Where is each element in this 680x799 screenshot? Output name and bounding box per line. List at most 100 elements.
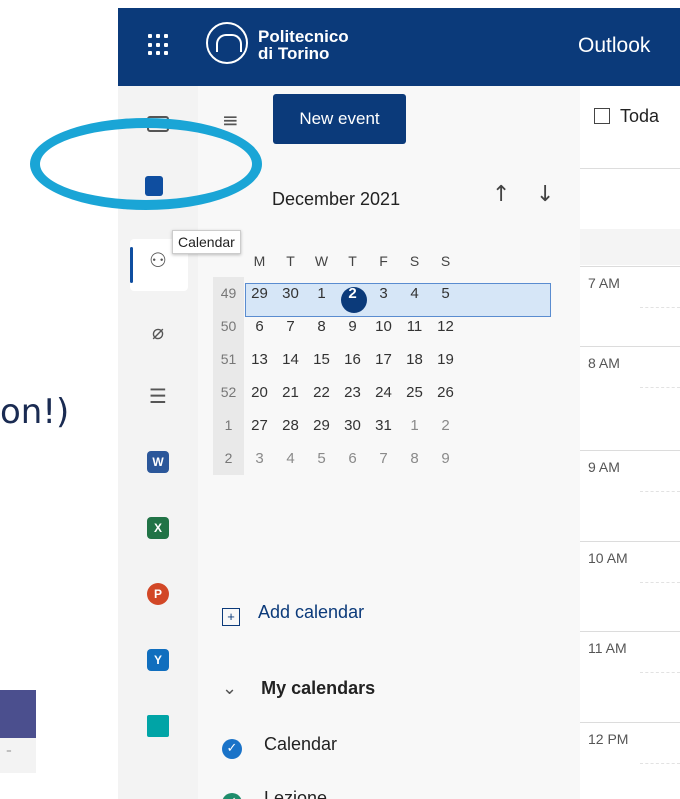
day-cell[interactable]: 17 <box>368 351 399 368</box>
day-cell-today[interactable]: 2 <box>337 285 368 313</box>
day-cell[interactable]: 1 <box>306 285 337 302</box>
day-cell[interactable]: 30 <box>337 417 368 434</box>
day-cell[interactable]: 14 <box>275 351 306 368</box>
yammer-icon: Y <box>147 649 169 671</box>
calendar-name: Calendar <box>264 734 338 754</box>
add-calendar-link[interactable]: + Add calendar <box>222 602 364 626</box>
rail-item-files[interactable]: ⌀ <box>118 308 198 356</box>
rail-item-excel[interactable]: X <box>118 504 198 552</box>
day-cell[interactable]: 3 <box>368 285 399 302</box>
week-number[interactable]: 50 <box>213 310 244 343</box>
day-cell-next-month[interactable]: 5 <box>306 450 337 467</box>
calendar-week-row: 1 27 28 29 30 31 1 2 <box>213 409 461 442</box>
rail-item-bookings[interactable] <box>118 702 198 750</box>
day-cell-next-month[interactable]: 6 <box>337 450 368 467</box>
calendar-week-row: 50 6 7 8 9 10 11 12 <box>213 310 461 343</box>
app-title[interactable]: Outlook <box>578 34 650 58</box>
day-cell-next-month[interactable]: 8 <box>399 450 430 467</box>
add-calendar-label: Add calendar <box>258 602 365 622</box>
day-cell[interactable]: 31 <box>368 417 399 434</box>
day-cell[interactable]: 15 <box>306 351 337 368</box>
day-cell[interactable]: 18 <box>399 351 430 368</box>
menu-icon[interactable]: ≡ <box>222 108 239 132</box>
my-calendars-group[interactable]: ⌄ My calendars <box>222 678 375 699</box>
calendar-list-item[interactable]: ✓ Calendar <box>222 734 337 759</box>
day-cell[interactable]: 7 <box>275 318 306 335</box>
filter-icon: ⁼ <box>6 746 12 759</box>
hour-slot[interactable]: 8 AM <box>580 346 680 427</box>
day-cell[interactable]: 29 <box>306 417 337 434</box>
weekday-label: T <box>348 252 357 269</box>
day-cell[interactable]: 20 <box>244 384 275 401</box>
new-event-button[interactable]: New event <box>273 94 406 144</box>
day-cell[interactable]: 21 <box>275 384 306 401</box>
mini-calendar-grid: M T W T F S S 49 29 30 1 2 3 4 5 50 6 7 … <box>213 244 461 475</box>
day-cell[interactable]: 25 <box>399 384 430 401</box>
chevron-down-icon: ⌄ <box>222 678 238 699</box>
week-number[interactable]: 49 <box>213 277 244 310</box>
day-cell-next-month[interactable]: 1 <box>399 417 430 434</box>
day-cell[interactable]: 13 <box>244 351 275 368</box>
weekday-label: M <box>253 252 266 269</box>
day-cell[interactable]: 12 <box>430 318 461 335</box>
next-month-icon[interactable]: ↓ <box>536 182 554 207</box>
hour-label: 8 AM <box>588 355 620 371</box>
day-cell[interactable]: 23 <box>337 384 368 401</box>
today-button[interactable]: Toda <box>594 106 659 127</box>
day-cell-next-month[interactable]: 9 <box>430 450 461 467</box>
day-cell[interactable]: 6 <box>244 318 275 335</box>
hour-label: 11 AM <box>588 640 627 656</box>
my-calendars-label: My calendars <box>261 678 376 698</box>
calendar-name: Lezione <box>264 788 328 799</box>
day-cell[interactable]: 10 <box>368 318 399 335</box>
rail-item-todo[interactable]: ☰ <box>118 372 198 420</box>
mini-calendar-month[interactable]: December 2021 <box>272 189 400 210</box>
day-cell[interactable]: 28 <box>275 417 306 434</box>
day-cell[interactable]: 16 <box>337 351 368 368</box>
day-view: Toda 7 AM 8 AM 9 AM 10 AM 11 AM 12 PM <box>580 86 680 799</box>
day-cell-next-month[interactable]: 2 <box>430 417 461 434</box>
app-launcher-icon[interactable] <box>148 34 170 56</box>
weekday-label: S <box>409 252 420 269</box>
day-cell[interactable]: 22 <box>306 384 337 401</box>
day-cell[interactable]: 27 <box>244 417 275 434</box>
day-cell[interactable]: 30 <box>275 285 306 302</box>
day-cell[interactable]: 11 <box>399 318 430 335</box>
hour-slot[interactable]: 11 AM <box>580 631 680 712</box>
checkmark-icon[interactable]: ✓ <box>222 793 242 799</box>
day-cell-next-month[interactable]: 3 <box>244 450 275 467</box>
week-number[interactable]: 52 <box>213 376 244 409</box>
day-cell[interactable]: 8 <box>306 318 337 335</box>
week-number[interactable]: 1 <box>213 409 244 442</box>
day-cell-next-month[interactable]: 7 <box>368 450 399 467</box>
calendar-pane: ≡ New event December 2021 ↑ ↓ M T W T F … <box>198 86 580 799</box>
rail-item-powerpoint[interactable]: P <box>118 570 198 618</box>
week-number[interactable]: 51 <box>213 343 244 376</box>
excel-icon: X <box>147 517 169 539</box>
rail-item-yammer[interactable]: Y <box>118 636 198 684</box>
calendar-list-item[interactable]: ✓ Lezione <box>222 788 327 799</box>
hour-slot[interactable]: 12 PM <box>580 722 680 799</box>
day-cell[interactable]: 9 <box>337 318 368 335</box>
day-cell[interactable]: 24 <box>368 384 399 401</box>
hour-slot[interactable]: 10 AM <box>580 541 680 622</box>
hour-slot[interactable]: 7 AM <box>580 266 680 347</box>
weekday-label: W <box>314 252 329 269</box>
calendar-today-icon <box>594 108 610 124</box>
day-cell-next-month[interactable]: 4 <box>275 450 306 467</box>
day-cell[interactable]: 29 <box>244 285 275 302</box>
previous-month-icon[interactable]: ↑ <box>492 182 510 207</box>
hour-slot[interactable]: 9 AM <box>580 450 680 531</box>
university-seal-logo <box>206 22 248 64</box>
weekday-header-row: M T W T F S S <box>213 244 461 277</box>
day-cell[interactable]: 26 <box>430 384 461 401</box>
rail-tooltip: Calendar <box>172 230 241 254</box>
weekday-label: F <box>379 252 388 269</box>
calendar-week-row: 52 20 21 22 23 24 25 26 <box>213 376 461 409</box>
checkmark-icon[interactable]: ✓ <box>222 739 242 759</box>
day-cell[interactable]: 5 <box>430 285 461 302</box>
day-cell[interactable]: 4 <box>399 285 430 302</box>
week-number[interactable]: 2 <box>213 442 244 475</box>
rail-item-word[interactable]: W <box>118 438 198 486</box>
day-cell[interactable]: 19 <box>430 351 461 368</box>
